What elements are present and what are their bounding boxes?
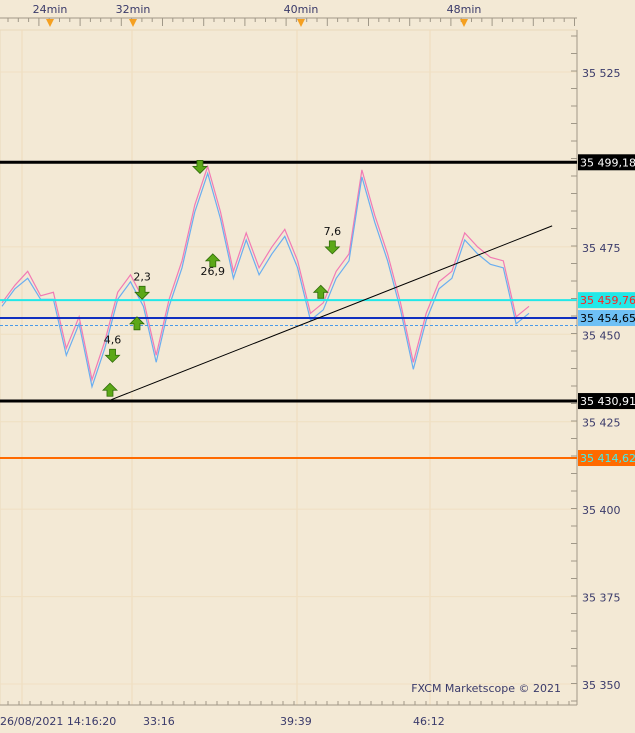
- price-level-label: 35 454,65: [580, 312, 635, 325]
- bottom-axis-label: 33:16: [143, 715, 175, 728]
- price-chart[interactable]: 24min 32min 40min 48min 26/08/2021 14:16:20 3…: [0, 0, 635, 733]
- bottom-axis-label: 26/08/2021 14:16:20: [0, 715, 116, 728]
- signal-label: 26,9: [201, 265, 226, 278]
- time-marker-icon: [46, 19, 54, 27]
- y-axis-label: 35 350: [582, 679, 621, 692]
- time-marker-icon: [129, 19, 137, 27]
- time-marker-icon: [460, 19, 468, 27]
- top-axis-label: 32min: [116, 3, 151, 16]
- bottom-axis-label: 39:39: [280, 715, 312, 728]
- price-level-label: 35 414,62: [580, 452, 635, 465]
- chart-canvas[interactable]: 24min 32min 40min 48min 26/08/2021 14:16:20 3…: [0, 0, 635, 733]
- top-axis-label: 48min: [447, 3, 482, 16]
- y-axis-label: 35 475: [582, 242, 621, 255]
- y-axis-label: 35 425: [582, 417, 621, 430]
- bottom-axis-label: 46:12: [413, 715, 445, 728]
- watermark: FXCM Marketscope © 2021: [411, 682, 561, 695]
- price-level-label: 35 430,91: [580, 395, 635, 408]
- top-axis-label: 40min: [284, 3, 319, 16]
- price-level-label: 35 459,76: [580, 294, 635, 307]
- signal-label: 4,6: [104, 333, 122, 346]
- plot-area: [0, 29, 578, 706]
- y-axis-label: 35 525: [582, 67, 621, 80]
- y-axis-label: 35 450: [582, 329, 621, 342]
- signal-label: 7,6: [324, 225, 342, 238]
- y-axis-label: 35 400: [582, 504, 621, 517]
- price-level-label: 35 499,18: [580, 156, 635, 169]
- top-axis-label: 24min: [33, 3, 68, 16]
- y-axis-label: 35 375: [582, 592, 621, 605]
- signal-label: 2,3: [133, 270, 151, 283]
- time-marker-icon: [297, 19, 305, 27]
